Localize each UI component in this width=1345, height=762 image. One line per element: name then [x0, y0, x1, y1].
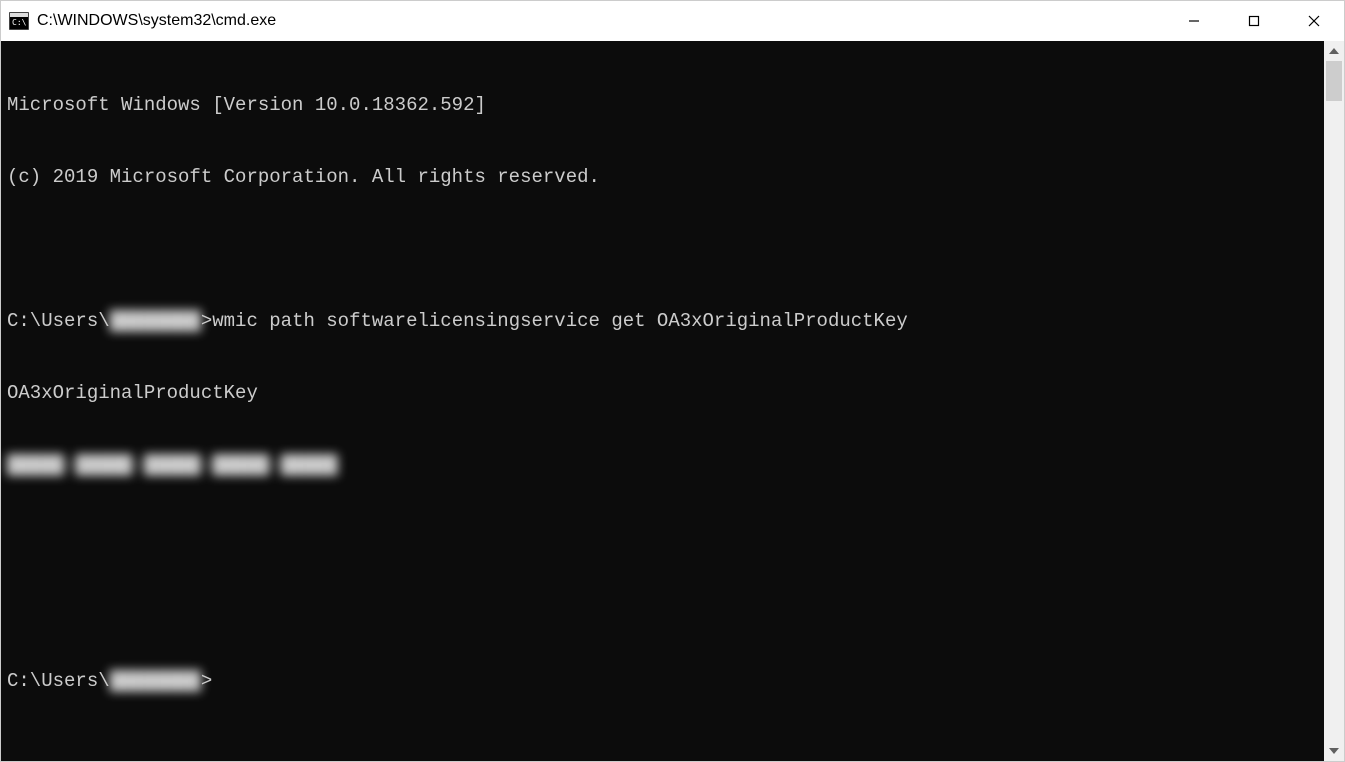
- blank-line: [7, 525, 1318, 549]
- prompt-prefix: C:\Users\: [7, 309, 110, 333]
- username-redacted: ████████: [110, 309, 201, 333]
- window-title: C:\WINDOWS\system32\cmd.exe: [37, 12, 1164, 30]
- version-line: Microsoft Windows [Version 10.0.18362.59…: [7, 93, 1318, 117]
- maximize-icon: [1248, 15, 1260, 27]
- cmd-icon: C:\: [9, 12, 29, 30]
- scroll-thumb[interactable]: [1326, 61, 1342, 101]
- vertical-scrollbar[interactable]: [1324, 41, 1344, 761]
- blank-line: [7, 237, 1318, 261]
- product-key-line: █████-█████-█████-█████-█████: [7, 453, 1318, 477]
- scroll-track[interactable]: [1324, 61, 1344, 741]
- minimize-icon: [1188, 15, 1200, 27]
- chevron-up-icon: [1329, 48, 1339, 54]
- maximize-button[interactable]: [1224, 1, 1284, 41]
- prompt-suffix: >: [201, 669, 212, 693]
- close-button[interactable]: [1284, 1, 1344, 41]
- scroll-up-arrow[interactable]: [1324, 41, 1344, 61]
- content-wrap: Microsoft Windows [Version 10.0.18362.59…: [1, 41, 1344, 761]
- minimize-button[interactable]: [1164, 1, 1224, 41]
- product-key-redacted: █████-█████-█████-█████-█████: [7, 453, 338, 477]
- titlebar[interactable]: C:\ C:\WINDOWS\system32\cmd.exe: [1, 1, 1344, 41]
- prompt-prefix: C:\Users\: [7, 669, 110, 693]
- close-icon: [1308, 15, 1320, 27]
- blank-line: [7, 597, 1318, 621]
- username-redacted: ████████: [110, 669, 201, 693]
- cmd-window: C:\ C:\WINDOWS\system32\cmd.exe: [0, 0, 1345, 762]
- chevron-down-icon: [1329, 748, 1339, 754]
- copyright-line: (c) 2019 Microsoft Corporation. All righ…: [7, 165, 1318, 189]
- output-header: OA3xOriginalProductKey: [7, 381, 1318, 405]
- prompt-line-2: C:\Users\████████>: [7, 669, 1318, 693]
- window-controls: [1164, 1, 1344, 41]
- scroll-down-arrow[interactable]: [1324, 741, 1344, 761]
- command-text: wmic path softwarelicensingservice get O…: [212, 309, 908, 333]
- svg-text:C:\: C:\: [12, 18, 27, 27]
- prompt-suffix: >: [201, 309, 212, 333]
- terminal-output[interactable]: Microsoft Windows [Version 10.0.18362.59…: [1, 41, 1324, 761]
- prompt-line-1: C:\Users\████████>wmic path softwarelice…: [7, 309, 1318, 333]
